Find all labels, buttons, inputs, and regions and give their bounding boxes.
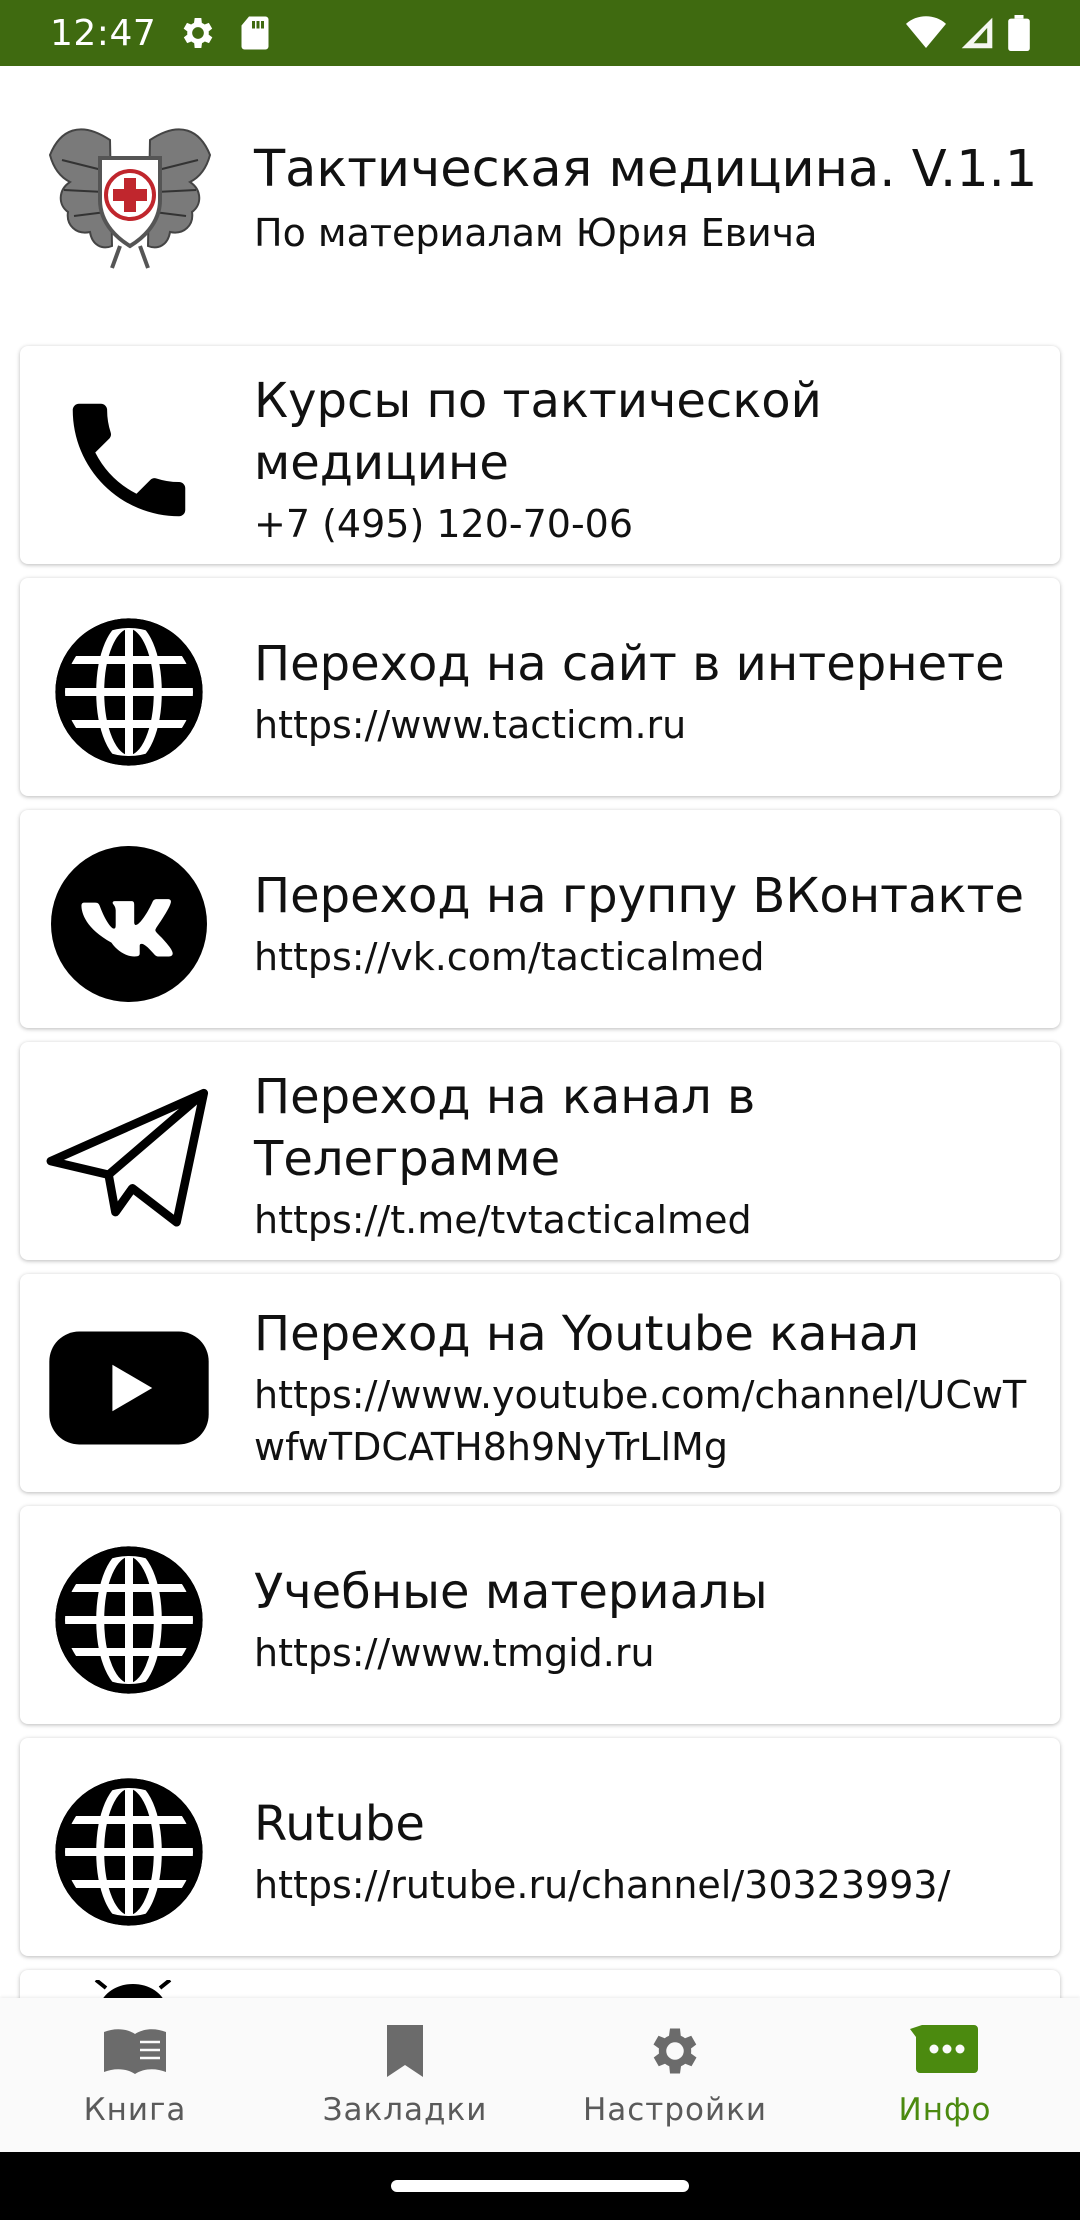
- nav-item-bookmarks[interactable]: Закладки: [270, 1998, 540, 2152]
- card-subtitle: https://t.me/tvtacticalmed: [254, 1198, 752, 1242]
- card-subtitle: https://www.youtube.com/channel/UCwTwfwT…: [254, 1373, 1027, 1469]
- card-study-materials[interactable]: Учебные материалы https://www.tmgid.ru: [20, 1506, 1060, 1724]
- home-gesture-handle[interactable]: [391, 2180, 689, 2192]
- wifi-icon: [906, 16, 946, 50]
- info-chat-icon: [910, 2020, 980, 2082]
- book-icon: [102, 2020, 168, 2082]
- card-vk[interactable]: Переход на группу ВКонтакте https://vk.c…: [20, 810, 1060, 1028]
- card-title: Переход на канал в Телеграмме: [254, 1069, 756, 1187]
- app-title: Тактическая медицина. V.1.1: [254, 140, 1038, 199]
- nav-label: Книга: [83, 2092, 187, 2128]
- bookmark-icon: [383, 2020, 427, 2082]
- nav-item-book[interactable]: Книга: [0, 1998, 270, 2152]
- settings-status-icon: [178, 13, 218, 53]
- signal-icon: [960, 16, 994, 50]
- app-subtitle: По материалам Юрия Евича: [254, 211, 818, 255]
- card-youtube[interactable]: Переход на Youtube канал https://www.you…: [20, 1274, 1060, 1492]
- card-title: Курсы по тактической медицине: [254, 373, 822, 491]
- globe-icon: [44, 1540, 214, 1700]
- phone-icon: [44, 380, 214, 540]
- card-website[interactable]: Переход на сайт в интернете https://www.…: [20, 578, 1060, 796]
- sd-card-status-icon: [240, 15, 270, 51]
- youtube-icon: [44, 1308, 214, 1468]
- card-subtitle: https://www.tmgid.ru: [254, 1631, 655, 1675]
- card-subtitle: https://www.tacticm.ru: [254, 703, 687, 747]
- nav-item-settings[interactable]: Настройки: [540, 1998, 810, 2152]
- globe-icon: [44, 612, 214, 772]
- nav-label: Закладки: [322, 2092, 488, 2128]
- nav-label: Инфо: [898, 2092, 992, 2128]
- app-logo: [40, 100, 220, 280]
- card-title: Переход на сайт в интернете: [254, 636, 1005, 692]
- card-subtitle: +7 (495) 120-70-06: [254, 502, 634, 546]
- card-title: Учебные материалы: [254, 1564, 768, 1620]
- vk-icon: [44, 844, 214, 1004]
- system-navigation-bar: [0, 2152, 1080, 2220]
- nav-label: Настройки: [582, 2092, 768, 2128]
- battery-icon: [1008, 15, 1030, 51]
- telegram-icon: [44, 1076, 214, 1236]
- bottom-navigation: Книга Закладки Настройки Инфо: [0, 1998, 1080, 2152]
- gear-icon: [645, 2020, 705, 2082]
- card-subtitle: https://vk.com/tacticalmed: [254, 935, 765, 979]
- globe-icon: [44, 1772, 214, 1932]
- card-telegram[interactable]: Переход на канал в Телеграмме https://t.…: [20, 1042, 1060, 1260]
- card-rutube[interactable]: Rutube https://rutube.ru/channel/3032399…: [20, 1738, 1060, 1956]
- status-bar: 12:47: [0, 0, 1080, 66]
- card-title: Rutube: [254, 1796, 425, 1852]
- nav-item-info[interactable]: Инфо: [810, 1998, 1080, 2152]
- card-subtitle: https://rutube.ru/channel/30323993/: [254, 1863, 951, 1907]
- status-time: 12:47: [50, 12, 157, 54]
- card-title: Переход на группу ВКонтакте: [254, 868, 1025, 924]
- card-courses-phone[interactable]: Курсы по тактической медицине +7 (495) 1…: [20, 346, 1060, 564]
- card-title: Переход на Youtube канал: [254, 1306, 920, 1362]
- app-header: Тактическая медицина. V.1.1 По материала…: [0, 66, 1080, 336]
